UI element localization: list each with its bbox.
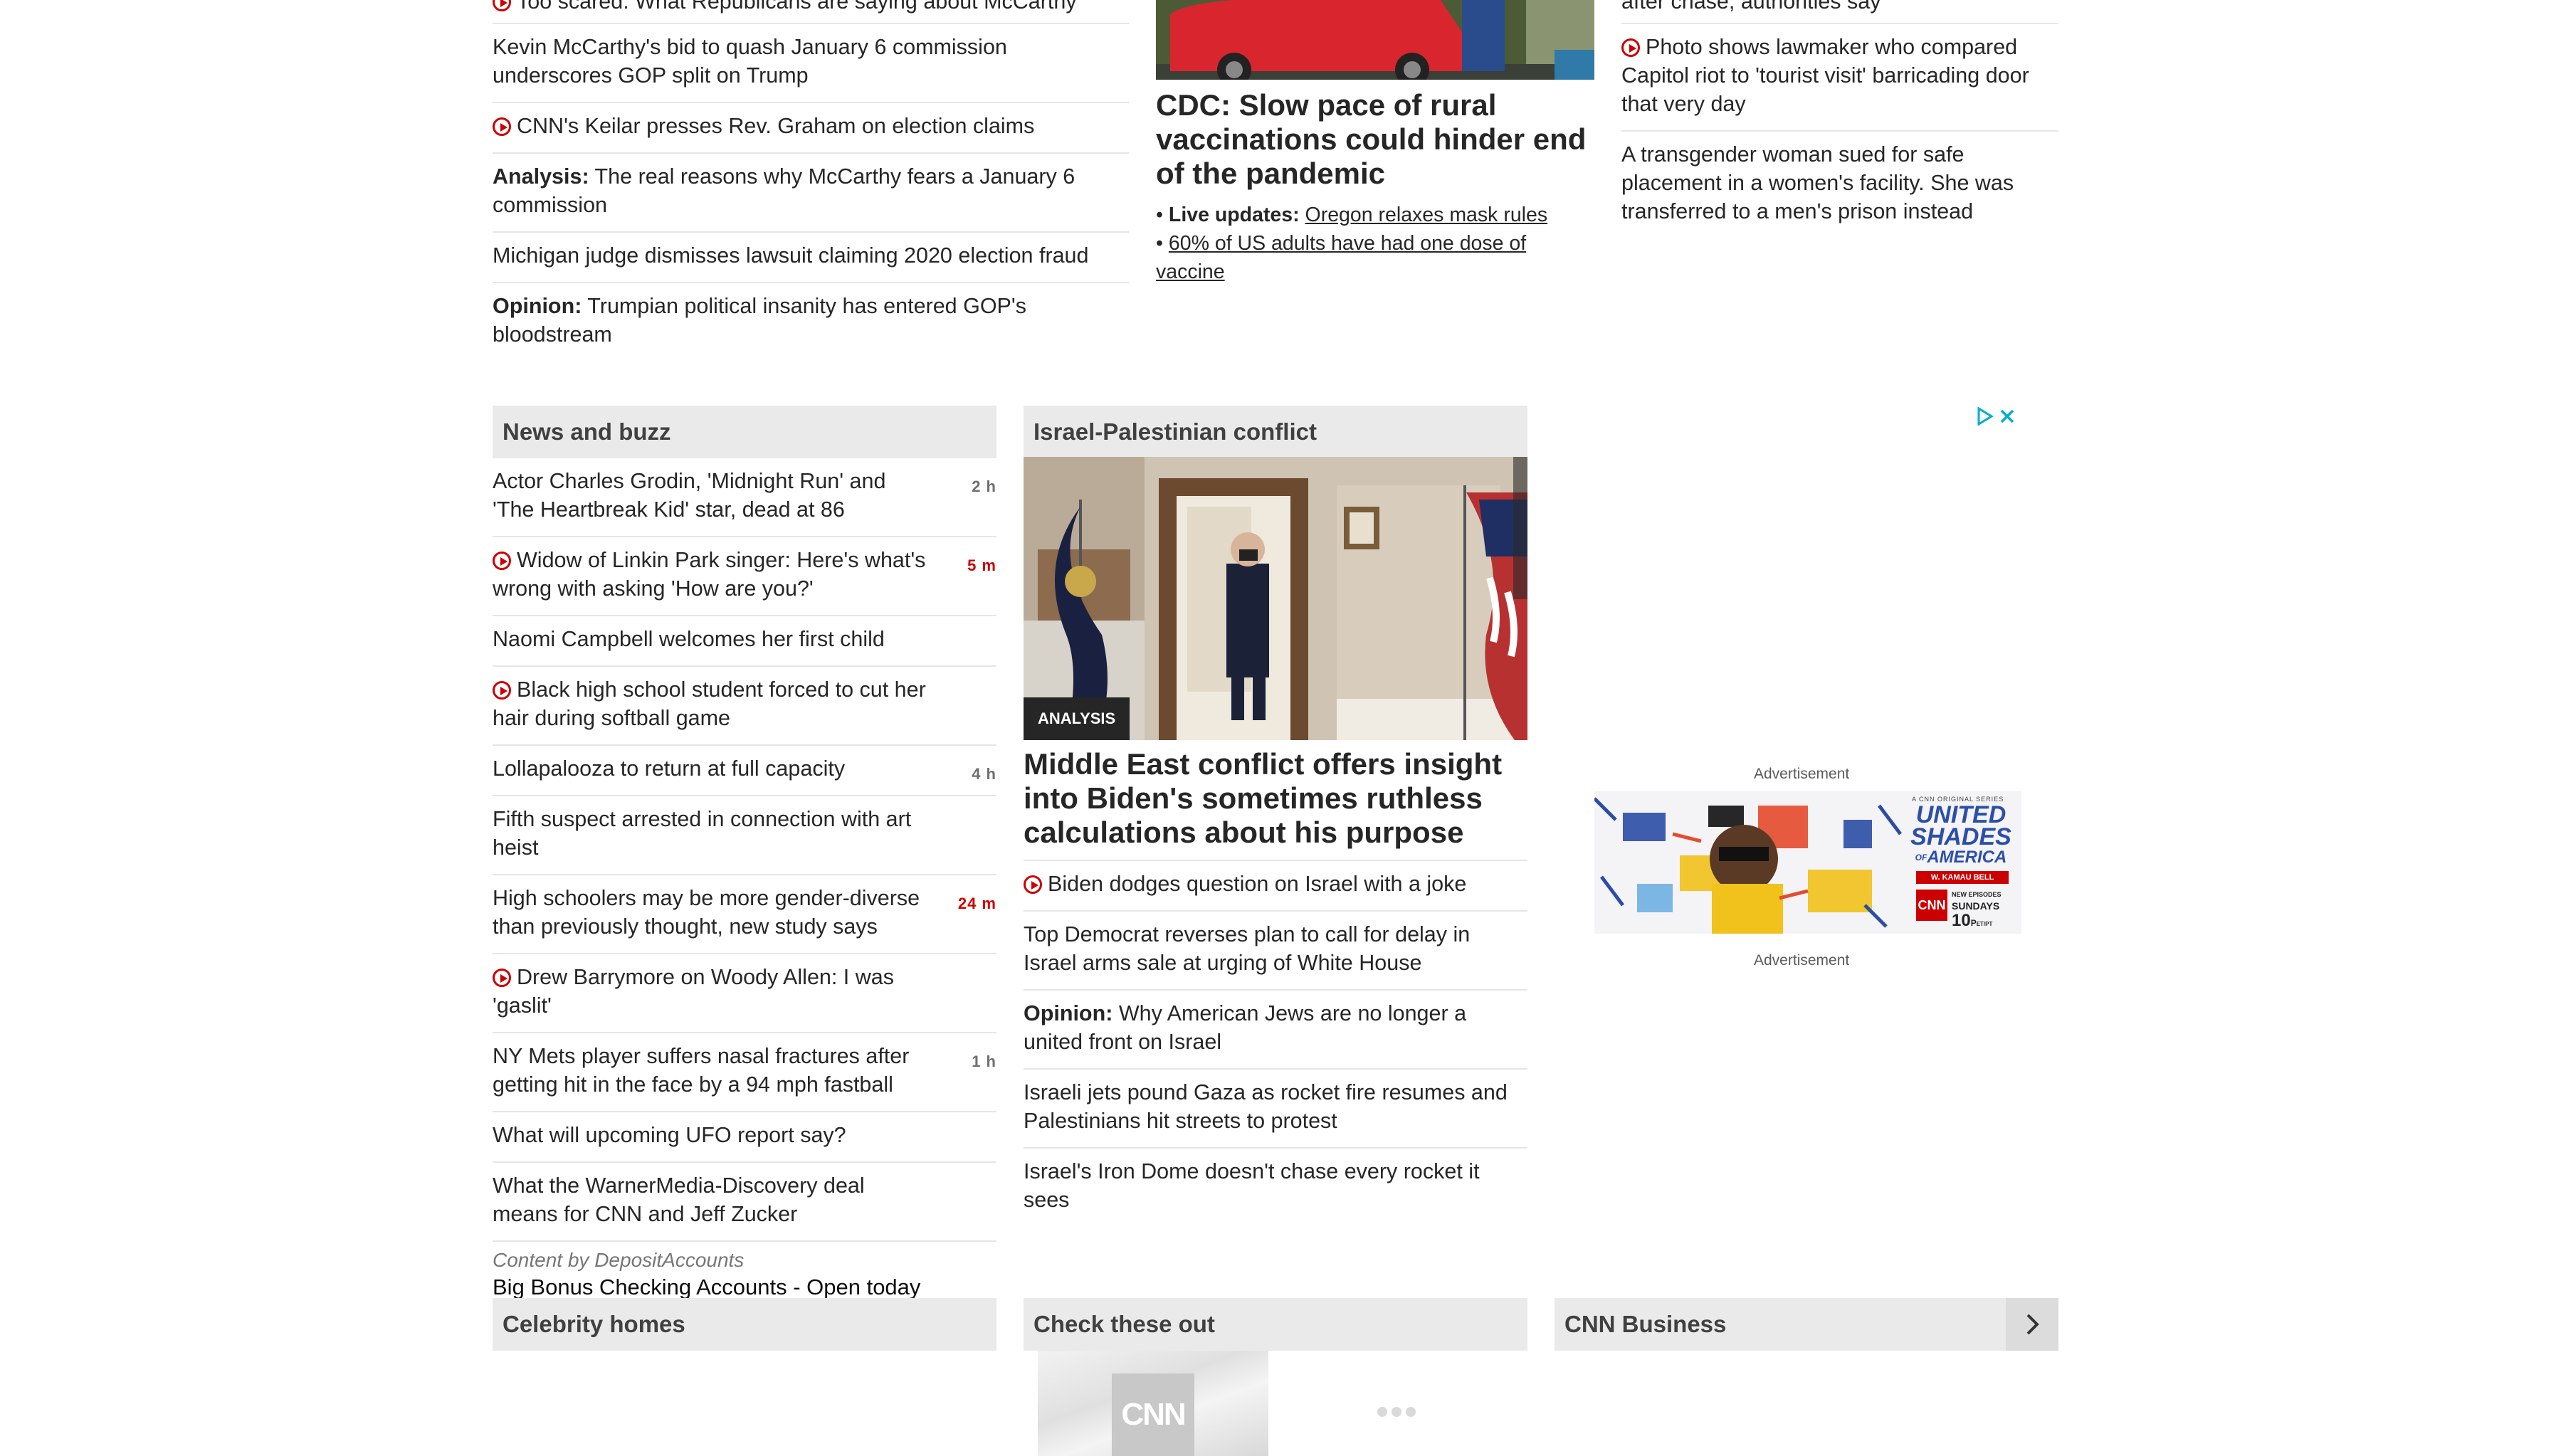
video-play-icon: [493, 681, 511, 700]
list-item[interactable]: Black high school student forced to cut …: [493, 667, 996, 746]
news-buzz-header[interactable]: News and buzz: [493, 406, 996, 458]
cut-list-item[interactable]: Too scared: What Republicans are saying …: [493, 0, 1129, 24]
bullet-vaccine[interactable]: • 60% of US adults have had one dose of …: [1156, 229, 1597, 286]
list-item[interactable]: Opinion: Trumpian political insanity has…: [493, 283, 1129, 361]
list-item[interactable]: Widow of Linkin Park singer: Here's what…: [493, 537, 996, 616]
top-right-list: Photo shows lawmaker who compared Capito…: [1621, 24, 2058, 238]
video-play-icon: [493, 552, 511, 570]
list-item[interactable]: Lollapalooza to return at full capacity 4…: [493, 746, 996, 796]
bullet-live-updates[interactable]: • Live updates: Oregon relaxes mask rule…: [1156, 201, 1597, 229]
timestamp: 2 h: [972, 478, 996, 495]
list-item[interactable]: Actor Charles Grodin, 'Midnight Run' and…: [493, 458, 996, 537]
ad-host: W. KAMAU BELL: [1916, 871, 2009, 884]
ad-banner[interactable]: A CNN ORIGINAL SERIES UNITED SHADES OFAM…: [1594, 791, 2021, 934]
biden-photo[interactable]: ANALYSIS: [1024, 457, 1527, 740]
car-image: [1156, 0, 1594, 80]
israel-headline[interactable]: Middle East conflict offers insight into…: [1024, 747, 1527, 861]
list-item[interactable]: Kevin McCarthy's bid to quash January 6 …: [493, 24, 1129, 103]
celebrity-homes-header[interactable]: Celebrity homes: [493, 1298, 996, 1351]
list-item[interactable]: Israeli jets pound Gaza as rocket fire r…: [1024, 1070, 1527, 1149]
car-photo[interactable]: [1156, 0, 1594, 80]
israel-column: Middle East conflict offers insight into…: [1024, 747, 1527, 1226]
check-these-out-header[interactable]: Check these out: [1024, 1298, 1527, 1351]
israel-list: Biden dodges question on Israel with a j…: [1024, 861, 1527, 1226]
chevron-right-icon[interactable]: [2006, 1298, 2058, 1351]
cnn-placeholder-thumbnail[interactable]: CNN: [1038, 1351, 1268, 1456]
list-item[interactable]: High schoolers may be more gender-divers…: [493, 875, 996, 954]
analysis-tag: ANALYSIS: [1024, 697, 1130, 740]
list-item[interactable]: Michigan judge dismisses lawsuit claimin…: [493, 233, 1129, 283]
list-item[interactable]: Opinion: Why American Jews are no longer…: [1024, 991, 1527, 1070]
list-item[interactable]: What will upcoming UFO report say?: [493, 1112, 996, 1163]
timestamp: 24 m: [957, 895, 996, 912]
sponsor-link[interactable]: Big Bonus Checking Accounts - Open today: [493, 1273, 996, 1302]
news-buzz-list: Actor Charles Grodin, 'Midnight Run' and…: [493, 458, 996, 1242]
list-item[interactable]: Top Democrat reverses plan to call for d…: [1024, 912, 1527, 991]
list-item[interactable]: NY Mets player suffers nasal fractures a…: [493, 1033, 996, 1112]
ad-cnn-logo: CNN: [1916, 890, 1947, 921]
list-item[interactable]: Naomi Campbell welcomes her first child: [493, 616, 996, 667]
list-item[interactable]: Photo shows lawmaker who compared Capito…: [1621, 24, 2058, 132]
list-item[interactable]: Drew Barrymore on Woody Allen: I was 'ga…: [493, 954, 996, 1033]
news-buzz-column: Actor Charles Grodin, 'Midnight Run' and…: [493, 458, 996, 1302]
list-item[interactable]: Analysis: The real reasons why McCarthy …: [493, 154, 1129, 233]
top-left-list: Kevin McCarthy's bid to quash January 6 …: [493, 24, 1129, 361]
story-bullets: • Live updates: Oregon relaxes mask rule…: [1156, 201, 1597, 286]
top-middle-story: CDC: Slow pace of rural vaccinations cou…: [1156, 88, 1597, 286]
video-play-icon: [493, 0, 511, 11]
timestamp: 4 h: [972, 765, 996, 783]
top-left-column: Too scared: What Republicans are saying …: [493, 0, 1129, 361]
story-headline[interactable]: CDC: Slow pace of rural vaccinations cou…: [1156, 88, 1597, 191]
israel-header[interactable]: Israel-Palestinian conflict: [1024, 406, 1527, 458]
timestamp: 5 m: [967, 556, 996, 574]
cnn-logo-icon: CNN: [1112, 1373, 1194, 1456]
video-play-icon: [493, 969, 511, 987]
list-item[interactable]: Fifth suspect arrested in connection wit…: [493, 796, 996, 875]
ad-choices-icon[interactable]: [1976, 406, 2019, 427]
ad-label-top: Advertisement: [1754, 766, 1850, 782]
cut-list-item[interactable]: after chase, authorities say: [1621, 0, 2058, 24]
loading-dots-icon: [1377, 1406, 1419, 1418]
list-item[interactable]: Israel's Iron Dome doesn't chase every r…: [1024, 1149, 1527, 1226]
timestamp: 1 h: [972, 1053, 996, 1070]
list-item[interactable]: Biden dodges question on Israel with a j…: [1024, 861, 1527, 912]
video-play-icon: [1024, 875, 1042, 894]
sponsor-label: Content by DepositAccounts: [493, 1249, 745, 1271]
list-item[interactable]: A transgender woman sued for safe placem…: [1621, 132, 2058, 238]
ad-label-bottom: Advertisement: [1754, 952, 1850, 969]
cnn-business-header[interactable]: CNN Business: [1555, 1298, 2058, 1351]
top-right-column: after chase, authorities say Photo shows…: [1621, 0, 2058, 238]
video-play-icon: [493, 117, 511, 136]
ad-schedule: NEW EPISODES SUNDAYS 10PET/PT: [1952, 891, 2002, 930]
ad-title: UNITED SHADES OFAMERICA: [1910, 801, 2011, 867]
list-item[interactable]: CNN's Keilar presses Rev. Graham on elec…: [493, 103, 1129, 154]
list-item[interactable]: What the WarnerMedia-Discovery deal mean…: [493, 1163, 996, 1242]
video-play-icon: [1621, 38, 1640, 57]
